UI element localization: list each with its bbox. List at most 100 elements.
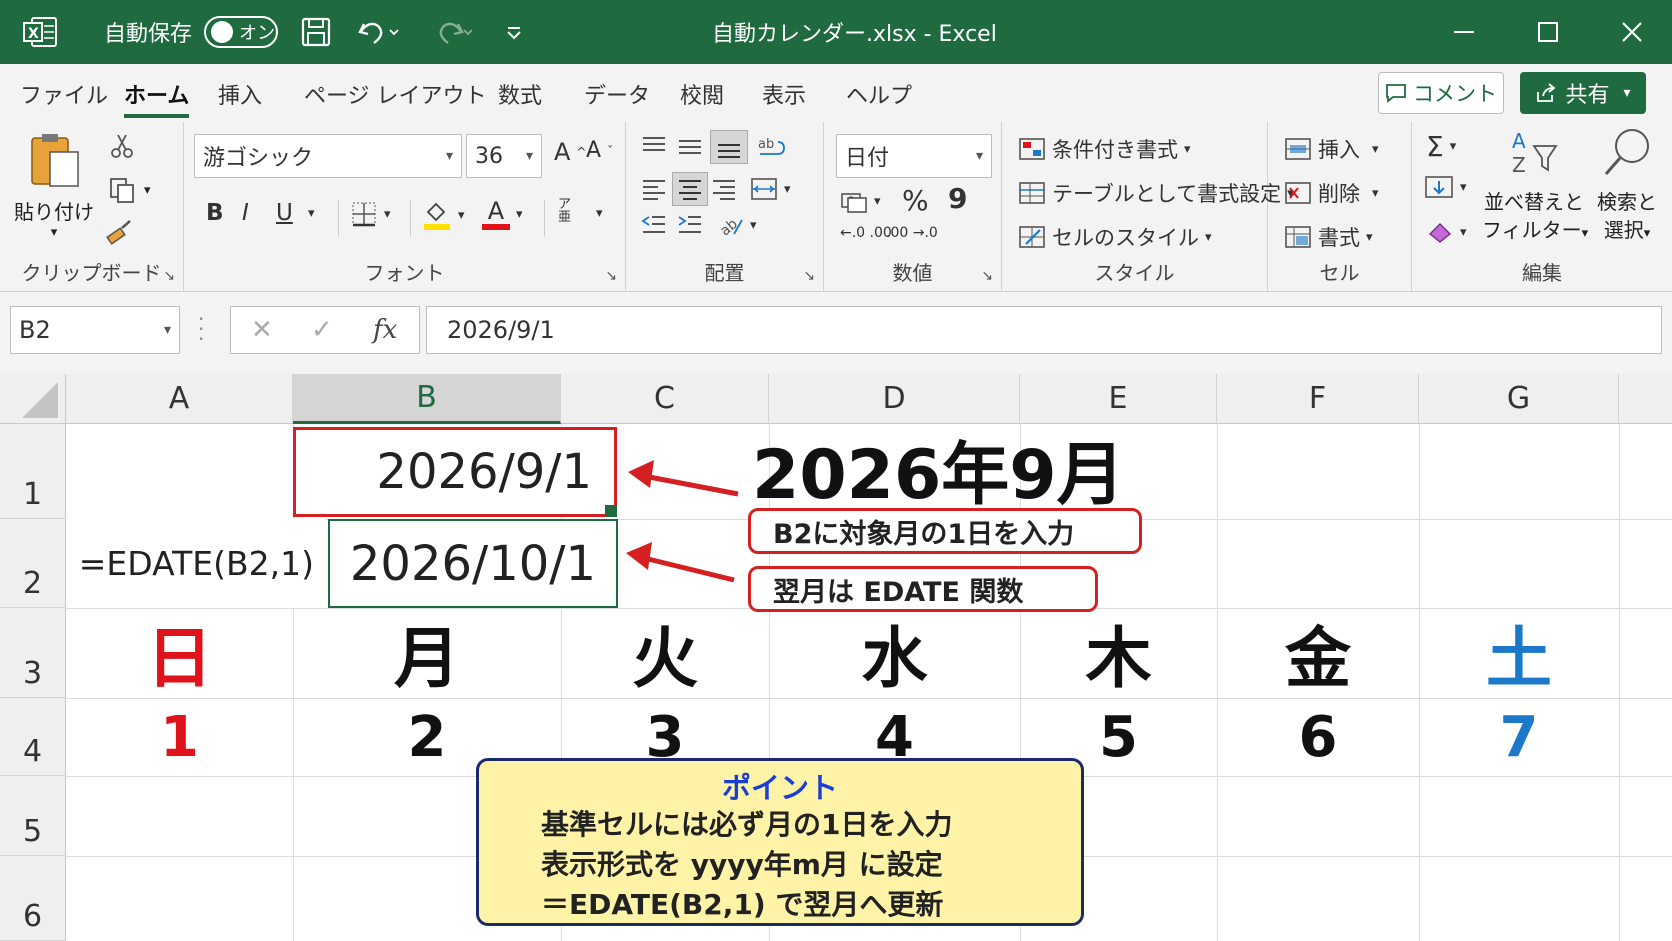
decrease-indent-icon[interactable] <box>640 212 668 238</box>
clear-dropdown-icon[interactable]: ▾ <box>1460 225 1467 240</box>
format-cells-button[interactable]: 書式 ▾ <box>1284 222 1373 252</box>
share-button[interactable]: 共有 ▾ <box>1520 72 1646 114</box>
cell-b2-selected[interactable]: 2026/10/1 <box>328 519 618 608</box>
day-6[interactable]: 6 <box>1217 698 1419 776</box>
customize-toolbar-icon[interactable] <box>504 0 524 64</box>
bold-button[interactable]: B <box>206 200 224 226</box>
number-format-dropdown-icon[interactable]: ▾ <box>976 148 983 164</box>
copy-button[interactable]: ▾ <box>108 176 151 204</box>
orientation-button[interactable]: ab ▾ <box>716 212 757 238</box>
italic-button[interactable]: I <box>242 200 249 226</box>
font-name-box[interactable]: 游ゴシック ▾ <box>194 134 462 178</box>
formula-bar-grip-icon[interactable]: · · · <box>198 309 204 349</box>
row-header-3[interactable]: 3 <box>0 608 66 698</box>
fill-handle[interactable] <box>605 505 617 517</box>
percent-button[interactable]: % <box>902 184 929 217</box>
bottom-align-icon[interactable] <box>710 130 748 164</box>
row-header-2[interactable]: 2 <box>0 519 66 608</box>
cell-b1[interactable]: 2026/9/1 <box>293 427 617 517</box>
insert-function-icon[interactable]: fx <box>373 315 397 345</box>
name-box-dropdown-icon[interactable]: ▾ <box>164 322 171 338</box>
find-select-button[interactable]: 検索と 選択▾ <box>1586 126 1668 252</box>
merge-dropdown-icon[interactable]: ▾ <box>784 182 791 197</box>
shrink-font-button[interactable]: Aˇ <box>586 138 613 163</box>
row-header-5[interactable]: 5 <box>0 776 66 856</box>
copy-dropdown-icon[interactable]: ▾ <box>144 183 151 198</box>
autosave-toggle[interactable]: オン <box>204 0 278 64</box>
underline-dropdown-icon[interactable]: ▾ <box>308 206 315 221</box>
font-color-button[interactable]: A ▾ <box>482 198 523 230</box>
wrap-text-icon[interactable]: ab <box>756 134 786 160</box>
confirm-entry-icon[interactable]: ✓ <box>311 315 333 345</box>
accounting-format-button[interactable]: ▾ <box>840 188 881 214</box>
clipboard-launcher-icon[interactable]: ↘ <box>163 268 175 284</box>
font-size-dropdown-icon[interactable]: ▾ <box>526 148 533 164</box>
fill-color-dropdown-icon[interactable]: ▾ <box>458 208 465 223</box>
phonetic-dropdown-icon[interactable]: ▾ <box>596 206 603 221</box>
column-header-e[interactable]: E <box>1020 374 1217 424</box>
save-icon[interactable] <box>300 0 332 64</box>
borders-dropdown-icon[interactable]: ▾ <box>384 207 391 222</box>
font-launcher-icon[interactable]: ↘ <box>605 268 617 284</box>
cell-a2[interactable]: =EDATE(B2,1) <box>66 519 326 608</box>
paste-dropdown-icon[interactable]: ▾ <box>14 225 94 240</box>
undo-icon[interactable] <box>356 0 400 64</box>
row-header-6[interactable]: 6 <box>0 856 66 941</box>
row-header-1[interactable]: 1 <box>0 424 66 519</box>
number-format-box[interactable]: 日付 ▾ <box>836 134 992 178</box>
grow-font-button[interactable]: A ^ <box>554 138 586 166</box>
name-box[interactable]: B2 ▾ <box>10 306 180 354</box>
cell-styles-button[interactable]: セルのスタイル ▾ <box>1018 222 1212 252</box>
orientation-dropdown-icon[interactable]: ▾ <box>750 218 757 233</box>
tab-review[interactable]: 校閲 <box>680 78 724 110</box>
decrease-decimal-button[interactable]: .00 →.0 <box>886 226 938 240</box>
maximize-icon[interactable] <box>1536 0 1560 64</box>
underline-button[interactable]: U <box>276 200 293 226</box>
accounting-dropdown-icon[interactable]: ▾ <box>874 194 881 209</box>
fill-dropdown-icon[interactable]: ▾ <box>1460 180 1467 195</box>
increase-indent-icon[interactable] <box>676 212 704 238</box>
format-as-table-button[interactable]: テーブルとして書式設定 ▾ <box>1018 178 1294 208</box>
tab-file[interactable]: ファイル <box>20 78 108 110</box>
column-header-h[interactable] <box>1619 374 1672 424</box>
column-header-d[interactable]: D <box>769 374 1020 424</box>
number-launcher-icon[interactable]: ↘ <box>981 268 993 284</box>
middle-align-icon[interactable] <box>676 134 704 158</box>
cancel-entry-icon[interactable]: ✕ <box>251 315 273 345</box>
minimize-icon[interactable] <box>1452 0 1476 64</box>
top-align-icon[interactable] <box>640 134 668 158</box>
tab-data[interactable]: データ <box>584 78 650 110</box>
select-all-corner[interactable] <box>0 374 66 424</box>
fill-color-button[interactable]: ▾ <box>422 198 465 232</box>
column-header-g[interactable]: G <box>1419 374 1619 424</box>
formula-input[interactable]: 2026/9/1 <box>426 306 1662 354</box>
font-color-dropdown-icon[interactable]: ▾ <box>516 207 523 222</box>
paste-button[interactable]: 貼り付け ▾ <box>14 132 94 242</box>
merge-center-button[interactable]: ▾ <box>750 176 791 202</box>
tab-help[interactable]: ヘルプ <box>846 78 912 110</box>
align-right-icon[interactable] <box>710 176 738 202</box>
column-header-f[interactable]: F <box>1217 374 1419 424</box>
column-header-b[interactable]: B <box>293 374 561 424</box>
column-header-c[interactable]: C <box>561 374 769 424</box>
font-size-box[interactable]: 36 ▾ <box>466 134 542 178</box>
column-header-a[interactable]: A <box>66 374 293 424</box>
format-painter-icon[interactable] <box>104 218 134 252</box>
clear-button[interactable]: ▾ <box>1426 220 1467 244</box>
autosum-button[interactable]: Σ ▾ <box>1426 130 1456 163</box>
insert-cells-button[interactable]: 挿入 ▾ <box>1284 134 1379 164</box>
share-dropdown-icon[interactable]: ▾ <box>1623 85 1630 101</box>
tab-formulas[interactable]: 数式 <box>498 78 542 110</box>
alignment-launcher-icon[interactable]: ↘ <box>803 268 815 284</box>
redo-icon[interactable] <box>428 0 472 64</box>
autosum-dropdown-icon[interactable]: ▾ <box>1450 139 1457 154</box>
row-header-4[interactable]: 4 <box>0 698 66 776</box>
font-name-dropdown-icon[interactable]: ▾ <box>446 148 453 164</box>
day-7[interactable]: 7 <box>1419 698 1619 776</box>
fill-button[interactable]: ▾ <box>1424 174 1467 200</box>
tab-home[interactable]: ホーム <box>124 78 190 118</box>
day-1[interactable]: 1 <box>66 698 293 776</box>
tab-insert[interactable]: 挿入 <box>218 78 262 110</box>
align-center-icon[interactable] <box>672 172 708 206</box>
tab-view[interactable]: 表示 <box>762 78 806 110</box>
